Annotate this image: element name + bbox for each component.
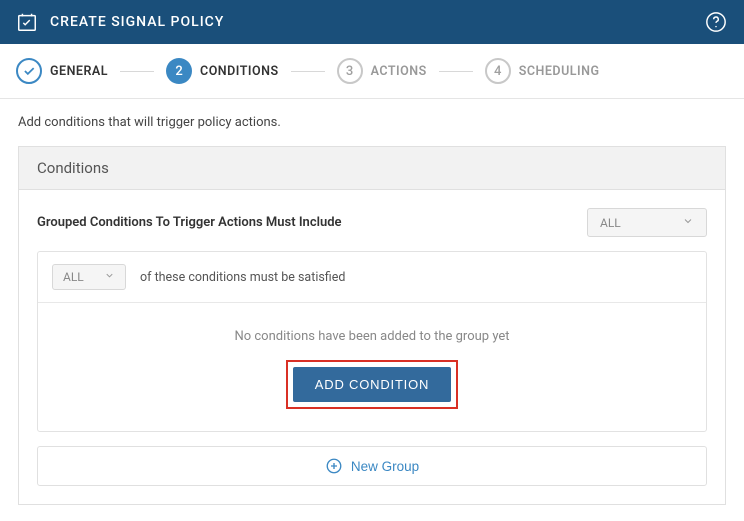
chevron-down-icon bbox=[104, 270, 115, 284]
step-connector bbox=[291, 71, 325, 72]
trigger-row: Grouped Conditions To Trigger Actions Mu… bbox=[37, 208, 707, 237]
step-scheduling[interactable]: 4 SCHEDULING bbox=[485, 58, 600, 84]
chevron-down-icon bbox=[682, 215, 694, 230]
group-mode-text: of these conditions must be satisfied bbox=[140, 270, 345, 285]
step-actions[interactable]: 3 ACTIONS bbox=[337, 58, 427, 84]
step-conditions[interactable]: 2 CONDITIONS bbox=[166, 58, 279, 84]
step-label: GENERAL bbox=[50, 64, 108, 79]
header-title: CREATE SIGNAL POLICY bbox=[50, 14, 704, 30]
policy-icon bbox=[16, 11, 38, 33]
select-value: ALL bbox=[600, 216, 621, 230]
check-icon bbox=[16, 58, 42, 84]
help-icon[interactable] bbox=[704, 10, 728, 34]
group-mode-select[interactable]: ALL bbox=[52, 264, 126, 290]
step-general[interactable]: GENERAL bbox=[16, 58, 108, 84]
step-number: 3 bbox=[337, 58, 363, 84]
step-label: SCHEDULING bbox=[519, 64, 600, 79]
group-header: ALL of these conditions must be satisfie… bbox=[38, 252, 706, 303]
conditions-panel: Conditions Grouped Conditions To Trigger… bbox=[18, 146, 726, 505]
highlight-marker: ADD CONDITION bbox=[286, 360, 458, 409]
app-header: CREATE SIGNAL POLICY bbox=[0, 0, 744, 44]
group-body: No conditions have been added to the gro… bbox=[38, 303, 706, 431]
panel-title: Conditions bbox=[19, 147, 725, 190]
new-group-label: New Group bbox=[351, 459, 419, 474]
new-group-button[interactable]: New Group bbox=[37, 446, 707, 486]
wizard-stepper: GENERAL 2 CONDITIONS 3 ACTIONS 4 SCHEDUL… bbox=[0, 44, 744, 99]
step-label: ACTIONS bbox=[371, 64, 427, 79]
plus-circle-icon bbox=[325, 457, 343, 475]
trigger-label: Grouped Conditions To Trigger Actions Mu… bbox=[37, 215, 342, 230]
step-connector bbox=[439, 71, 473, 72]
panel-body: Grouped Conditions To Trigger Actions Mu… bbox=[19, 190, 725, 504]
step-connector bbox=[120, 71, 154, 72]
trigger-mode-select[interactable]: ALL bbox=[587, 208, 707, 237]
select-value: ALL bbox=[63, 270, 84, 284]
step-number: 2 bbox=[166, 58, 192, 84]
step-label: CONDITIONS bbox=[200, 64, 279, 79]
condition-group: ALL of these conditions must be satisfie… bbox=[37, 251, 707, 432]
intro-text: Add conditions that will trigger policy … bbox=[18, 115, 726, 130]
add-condition-button[interactable]: ADD CONDITION bbox=[293, 367, 451, 402]
step-number: 4 bbox=[485, 58, 511, 84]
empty-state-text: No conditions have been added to the gro… bbox=[52, 329, 692, 344]
page-body: Add conditions that will trigger policy … bbox=[0, 99, 744, 521]
